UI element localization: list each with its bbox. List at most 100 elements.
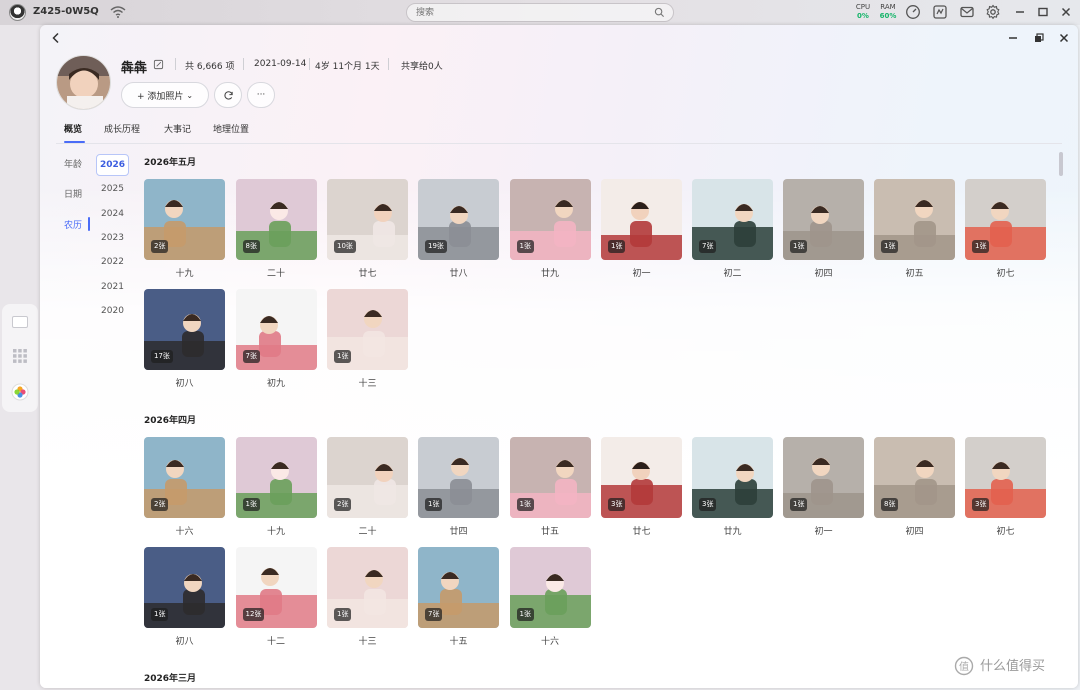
month-title: 2026年五月	[144, 158, 197, 168]
add-photo-label: + 添加照片	[136, 91, 184, 102]
photo-thumbnail[interactable]: 1张	[783, 437, 864, 518]
tab-events[interactable]: 大事记	[164, 122, 191, 135]
photo-thumbnail[interactable]: 1张	[783, 179, 864, 260]
watermark-text: 什么值得买	[980, 659, 1046, 674]
back-arrow-icon[interactable]	[49, 31, 63, 45]
mail-icon[interactable]	[959, 4, 975, 20]
global-search[interactable]	[406, 3, 674, 22]
photo-thumbnail[interactable]: 1张	[418, 437, 499, 518]
window-minimize-icon[interactable]	[1006, 31, 1020, 45]
app-grid-icon[interactable]	[11, 347, 29, 365]
close-icon[interactable]	[1059, 5, 1073, 19]
day-label: 十六	[175, 527, 194, 537]
photo-thumbnail[interactable]: 3张	[601, 437, 682, 518]
photo-count-badge: 1张	[151, 608, 169, 621]
photo-thumbnail[interactable]: 1张	[509, 547, 591, 628]
window-close-icon[interactable]	[1057, 31, 1071, 45]
photo-thumbnail[interactable]: 10张	[327, 179, 408, 260]
search-icon[interactable]	[654, 7, 665, 18]
day-label: 十六	[540, 637, 559, 647]
settings-gear-icon[interactable]	[985, 4, 1001, 20]
active-mode-indicator	[88, 217, 90, 231]
photo-count-badge: 1张	[972, 240, 990, 253]
photo-thumbnail[interactable]: 1张	[144, 547, 225, 628]
photo-count-badge: 1张	[516, 498, 534, 511]
day-label: 廿七	[358, 269, 377, 279]
more-button[interactable]: ···	[247, 82, 275, 108]
chevron-down-icon[interactable]: ⌄	[88, 6, 95, 15]
day-label: 十三	[358, 379, 377, 389]
photo-thumbnail[interactable]: 1张	[601, 179, 682, 260]
photo-thumbnail[interactable]: 7张	[692, 179, 773, 260]
photo-count-badge: 7张	[242, 350, 260, 363]
photo-thumbnail[interactable]: 3张	[692, 437, 773, 518]
photo-thumbnail[interactable]: 2张	[327, 437, 408, 518]
day-label: 十五	[449, 637, 468, 647]
year-item-2025[interactable]: 2025	[96, 178, 129, 200]
tab-growth[interactable]: 成长历程	[104, 122, 140, 135]
photo-thumbnail[interactable]: 8张	[235, 179, 317, 260]
day-label: 初二	[723, 269, 742, 279]
tab-overview[interactable]: 概览	[64, 122, 82, 135]
photos-app-icon[interactable]	[11, 383, 29, 401]
year-item-2020[interactable]: 2020	[96, 300, 129, 322]
mode-lunar[interactable]: 农历	[64, 218, 82, 231]
photo-thumbnail[interactable]: 1张	[509, 179, 591, 260]
minimize-icon[interactable]	[1013, 5, 1027, 19]
photo-thumbnail[interactable]: 19张	[418, 179, 499, 260]
user-avatar[interactable]	[9, 4, 26, 21]
photo-thumbnail[interactable]: 3张	[965, 437, 1046, 518]
tab-location[interactable]: 地理位置	[213, 122, 249, 135]
add-photo-button[interactable]: + 添加照片 ⌄	[121, 82, 209, 108]
ram-meter[interactable]: RAM 60%	[878, 3, 898, 21]
year-item-2026[interactable]: 2026	[96, 154, 129, 176]
photo-thumbnail[interactable]: 8张	[874, 437, 955, 518]
photo-thumbnail[interactable]: 1张	[235, 437, 317, 518]
day-label: 廿九	[540, 269, 559, 279]
day-label: 初一	[814, 527, 833, 537]
search-input[interactable]	[416, 6, 646, 19]
photo-thumbnail[interactable]: 7张	[235, 289, 317, 370]
photo-thumbnail[interactable]: 7张	[418, 547, 499, 628]
gauge-icon[interactable]	[905, 4, 921, 20]
photo-count-badge: 1张	[516, 240, 534, 253]
photo-thumbnail[interactable]: 12张	[235, 547, 317, 628]
photo-count-badge: 1张	[242, 498, 260, 511]
watermark-logo-icon: 值	[954, 656, 974, 676]
maximize-icon[interactable]	[1036, 5, 1050, 19]
year-item-2022[interactable]: 2022	[96, 251, 129, 273]
wifi-icon[interactable]	[110, 4, 126, 20]
edit-icon[interactable]	[153, 59, 164, 70]
photo-thumbnail[interactable]: 17张	[144, 289, 225, 370]
photo-count-badge: 19张	[425, 240, 447, 253]
day-label: 二十	[358, 527, 377, 537]
day-label: 初四	[905, 527, 924, 537]
month-title: 2026年四月	[144, 416, 197, 426]
photo-thumbnail[interactable]: 1张	[327, 547, 408, 628]
day-label: 廿七	[632, 527, 651, 537]
refresh-button[interactable]	[214, 82, 242, 108]
mode-age[interactable]: 年龄	[64, 157, 82, 170]
mode-date[interactable]: 日期	[64, 187, 82, 200]
photo-count-badge: 1张	[790, 240, 808, 253]
person-avatar[interactable]	[56, 55, 111, 110]
year-item-2021[interactable]: 2021	[96, 276, 129, 298]
day-label: 初四	[814, 269, 833, 279]
desktop-icon[interactable]	[11, 314, 29, 332]
photo-thumbnail[interactable]: 1张	[965, 179, 1046, 260]
cpu-meter[interactable]: CPU 0%	[855, 3, 871, 21]
photo-thumbnail[interactable]: 2张	[144, 179, 225, 260]
task-manager-icon[interactable]	[932, 4, 948, 20]
chevron-down-icon: ⌄	[186, 90, 194, 100]
cpu-label: CPU	[855, 3, 871, 11]
photo-thumbnail[interactable]: 2张	[144, 437, 225, 518]
photo-thumbnail[interactable]: 1张	[509, 437, 591, 518]
more-label: ···	[256, 90, 266, 100]
year-item-2024[interactable]: 2024	[96, 203, 129, 225]
photo-count-badge: 3张	[608, 498, 626, 511]
year-item-2023[interactable]: 2023	[96, 227, 129, 249]
scrollbar[interactable]	[1059, 152, 1063, 176]
photo-thumbnail[interactable]: 1张	[327, 289, 408, 370]
photo-thumbnail[interactable]: 1张	[874, 179, 955, 260]
window-restore-icon[interactable]	[1032, 31, 1046, 45]
